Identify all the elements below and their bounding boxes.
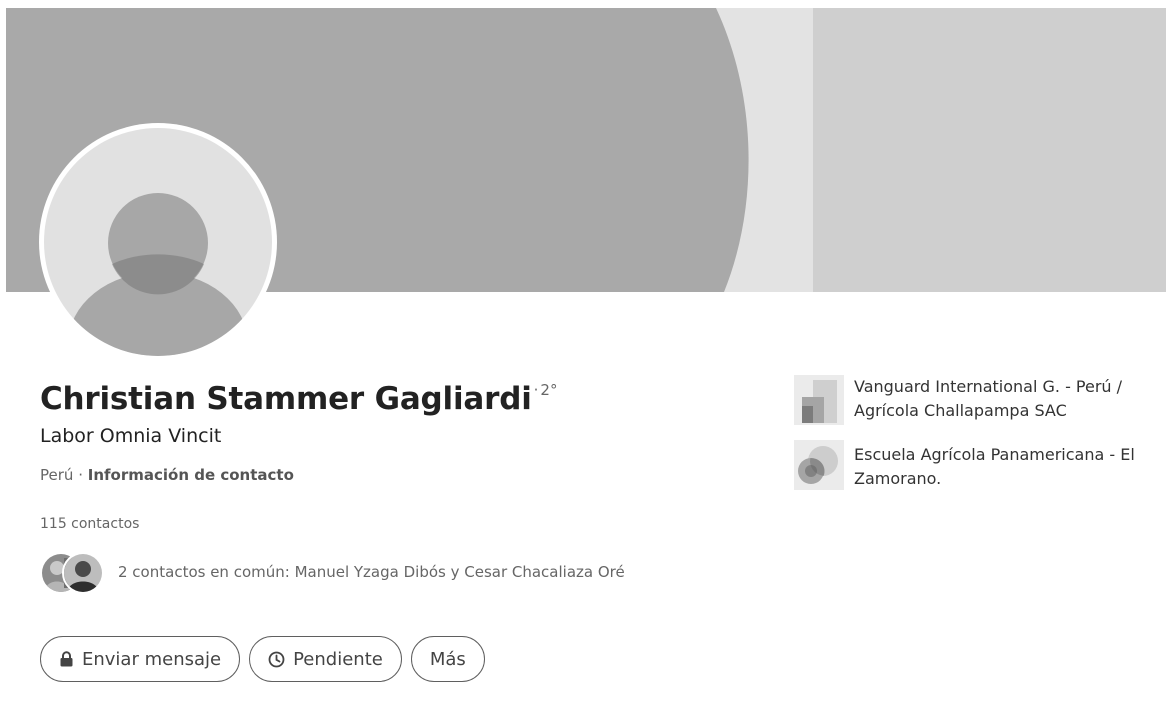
profile-headline: Labor Omnia Vincit bbox=[40, 425, 222, 447]
degree-value: 2° bbox=[540, 381, 558, 399]
send-message-button[interactable]: Enviar mensaje bbox=[40, 636, 241, 682]
name-row: Christian Stammer Gagliardi · 2° bbox=[40, 381, 557, 417]
connections-count[interactable]: 115 contactos bbox=[40, 516, 139, 532]
pending-button[interactable]: Pendiente bbox=[249, 636, 402, 682]
mutual-avatar bbox=[62, 552, 104, 594]
more-label: Más bbox=[429, 648, 466, 670]
mutual-connections-row[interactable]: 2 contactos en común: Manuel Yzaga Dibós… bbox=[40, 551, 625, 594]
mutual-connections-text: 2 contactos en común: Manuel Yzaga Dibós… bbox=[118, 563, 625, 581]
location-separator: · bbox=[73, 466, 88, 484]
mutual-avatars bbox=[40, 551, 112, 594]
pending-label: Pendiente bbox=[293, 648, 383, 670]
send-message-label: Enviar mensaje bbox=[82, 648, 222, 670]
current-company[interactable]: Vanguard International G. - Perú / Agríc… bbox=[794, 375, 1154, 425]
school-logo-icon bbox=[794, 440, 844, 490]
profile-location: Perú bbox=[40, 466, 74, 484]
lock-icon bbox=[59, 651, 74, 667]
contact-info-link[interactable]: Información de contacto bbox=[88, 466, 294, 484]
clock-icon bbox=[268, 651, 285, 668]
degree-separator: · bbox=[533, 381, 539, 399]
top-card-positions: Vanguard International G. - Perú / Agríc… bbox=[794, 375, 1154, 506]
more-button[interactable]: Más bbox=[410, 636, 485, 682]
company-name: Vanguard International G. - Perú / Agríc… bbox=[854, 377, 1123, 420]
education-school[interactable]: Escuela Agrícola Panamericana - El Zamor… bbox=[794, 440, 1154, 491]
company-logo-icon bbox=[794, 375, 844, 425]
profile-actions: Enviar mensaje Pendiente Más bbox=[40, 636, 485, 682]
connection-degree: · 2° bbox=[534, 381, 558, 399]
profile-avatar[interactable] bbox=[39, 123, 277, 361]
school-name: Escuela Agrícola Panamericana - El Zamor… bbox=[854, 445, 1135, 488]
profile-name: Christian Stammer Gagliardi bbox=[40, 381, 532, 417]
location-row: Perú · Información de contacto bbox=[40, 466, 294, 484]
